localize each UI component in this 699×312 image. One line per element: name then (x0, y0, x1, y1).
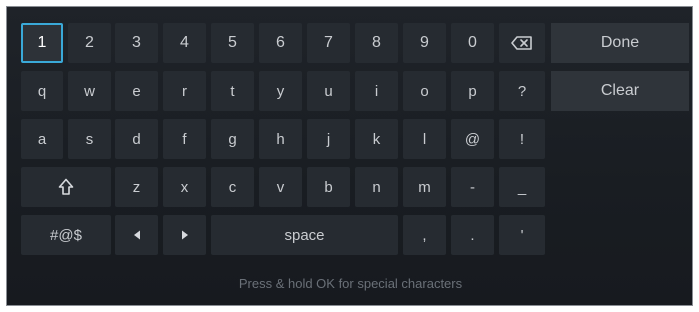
backspace-icon (511, 36, 533, 50)
key-z[interactable]: z (115, 167, 158, 207)
key-j[interactable]: j (307, 119, 350, 159)
key-u[interactable]: u (307, 71, 350, 111)
key-g[interactable]: g (211, 119, 254, 159)
cursor-left-key[interactable] (115, 215, 158, 255)
key-c[interactable]: c (211, 167, 254, 207)
key-w[interactable]: w (68, 71, 111, 111)
symbols-key[interactable]: #@$ (21, 215, 111, 255)
key-n[interactable]: n (355, 167, 398, 207)
key-m[interactable]: m (403, 167, 446, 207)
arrow-left-icon (133, 230, 141, 240)
backspace-key[interactable] (499, 23, 545, 63)
key-period[interactable]: . (451, 215, 494, 255)
shift-icon (58, 178, 74, 196)
clear-button[interactable]: Clear (551, 71, 689, 111)
key-i[interactable]: i (355, 71, 398, 111)
key-exclamation[interactable]: ! (499, 119, 545, 159)
key-1[interactable]: 1 (21, 23, 63, 63)
key-comma[interactable]: , (403, 215, 446, 255)
cursor-right-key[interactable] (163, 215, 206, 255)
key-5[interactable]: 5 (211, 23, 254, 63)
arrow-right-icon (181, 230, 189, 240)
space-key[interactable]: space (211, 215, 398, 255)
key-underscore[interactable]: _ (499, 167, 545, 207)
key-question[interactable]: ? (499, 71, 545, 111)
key-v[interactable]: v (259, 167, 302, 207)
key-b[interactable]: b (307, 167, 350, 207)
key-f[interactable]: f (163, 119, 206, 159)
key-l[interactable]: l (403, 119, 446, 159)
key-y[interactable]: y (259, 71, 302, 111)
key-p[interactable]: p (451, 71, 494, 111)
key-8[interactable]: 8 (355, 23, 398, 63)
key-7[interactable]: 7 (307, 23, 350, 63)
key-k[interactable]: k (355, 119, 398, 159)
key-e[interactable]: e (115, 71, 158, 111)
key-4[interactable]: 4 (163, 23, 206, 63)
key-at[interactable]: @ (451, 119, 494, 159)
key-a[interactable]: a (21, 119, 63, 159)
key-o[interactable]: o (403, 71, 446, 111)
key-x[interactable]: x (163, 167, 206, 207)
key-3[interactable]: 3 (115, 23, 158, 63)
key-t[interactable]: t (211, 71, 254, 111)
keyboard-panel: 1 2 3 4 5 6 7 8 9 0 q w e r t y u i o p … (6, 6, 693, 306)
done-button[interactable]: Done (551, 23, 689, 63)
key-s[interactable]: s (68, 119, 111, 159)
shift-key[interactable] (21, 167, 111, 207)
key-d[interactable]: d (115, 119, 158, 159)
key-h[interactable]: h (259, 119, 302, 159)
key-apostrophe[interactable]: ' (499, 215, 545, 255)
key-hyphen[interactable]: - (451, 167, 494, 207)
key-9[interactable]: 9 (403, 23, 446, 63)
special-characters-hint: Press & hold OK for special characters (238, 276, 463, 291)
key-q[interactable]: q (21, 71, 63, 111)
key-r[interactable]: r (163, 71, 206, 111)
key-6[interactable]: 6 (259, 23, 302, 63)
key-2[interactable]: 2 (68, 23, 111, 63)
key-0[interactable]: 0 (451, 23, 494, 63)
